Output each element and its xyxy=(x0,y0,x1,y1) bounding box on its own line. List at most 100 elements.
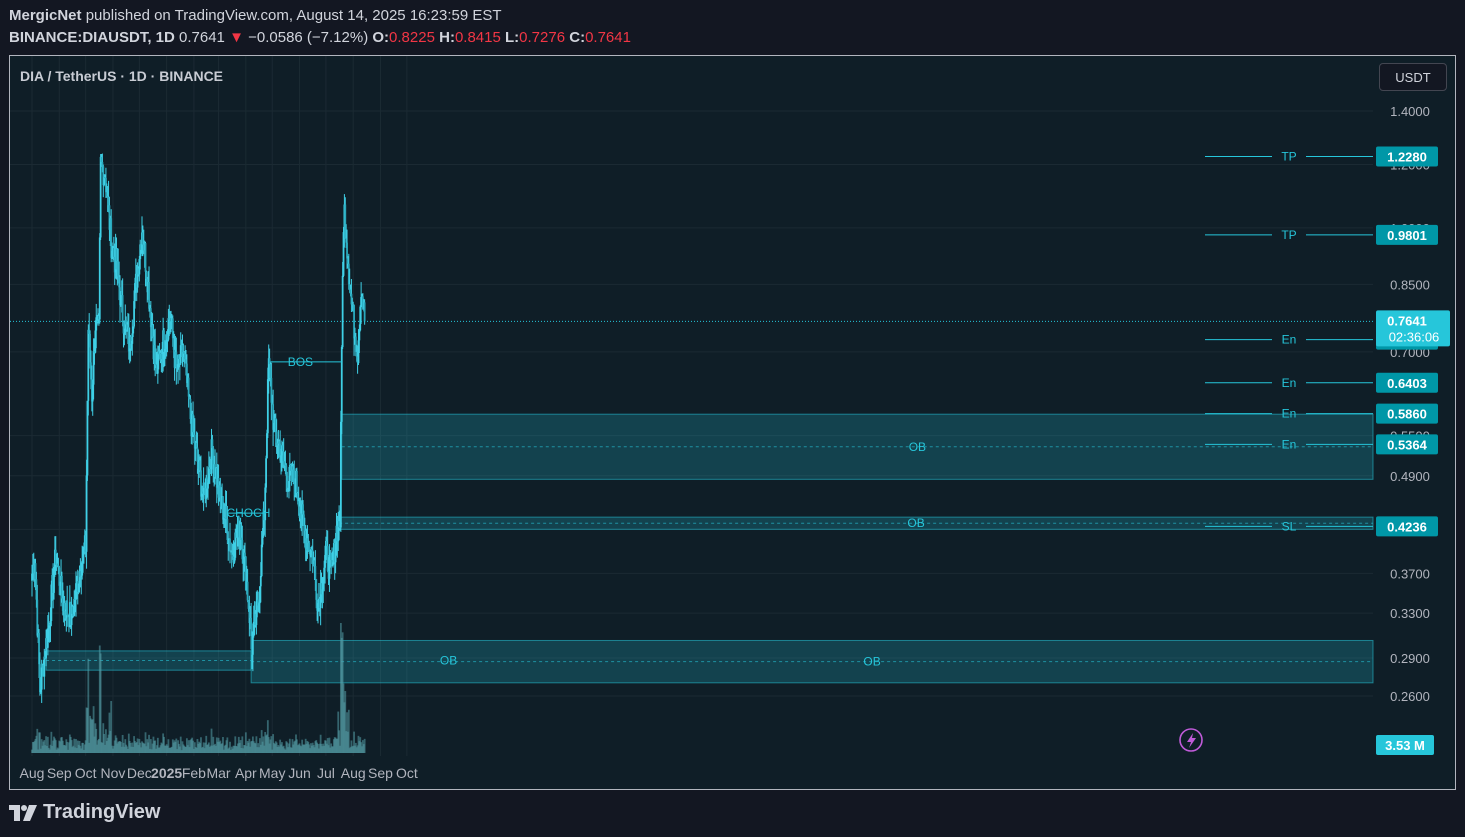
candle-body xyxy=(229,538,231,552)
y-tick-label: 0.4900 xyxy=(1390,469,1430,484)
volume-tag-label: 3.53 M xyxy=(1385,738,1425,753)
price-tag-label: 0.4236 xyxy=(1387,519,1427,534)
ticker-label: BINANCE:DIAUSDT, 1D xyxy=(9,29,175,46)
level-label: TP xyxy=(1281,150,1296,164)
low-value: 0.7276 xyxy=(519,29,566,46)
y-tick-label: 0.2900 xyxy=(1390,651,1430,666)
order-block-label: OB xyxy=(863,655,880,669)
x-tick-label: Feb xyxy=(182,765,206,781)
tradingview-logo-icon xyxy=(9,804,37,821)
candle-body xyxy=(148,282,150,309)
y-tick-label: 0.8500 xyxy=(1390,277,1430,292)
x-tick-label: Oct xyxy=(396,765,418,781)
candle-body xyxy=(286,475,289,489)
candle-body xyxy=(85,475,88,552)
y-tick-label: 0.2600 xyxy=(1390,689,1430,704)
price-tag-label: 0.5860 xyxy=(1387,407,1427,422)
volume-bar xyxy=(110,701,113,753)
close-value: 0.7641 xyxy=(585,29,631,46)
volume-bar xyxy=(347,709,350,753)
level-label: TP xyxy=(1281,228,1296,242)
countdown-label: 02:36:06 xyxy=(1389,329,1440,344)
brand-name: TradingView xyxy=(43,801,161,823)
candle-body xyxy=(308,542,311,551)
y-tick-label: 0.3300 xyxy=(1390,606,1430,621)
candle-body xyxy=(358,330,361,341)
lightning-bolt xyxy=(1187,733,1196,748)
candle-body xyxy=(259,575,262,587)
down-arrow-icon: ▼ xyxy=(229,29,244,46)
x-tick-label: Dec xyxy=(127,765,152,781)
candle-body xyxy=(260,544,263,576)
candle-body xyxy=(144,243,147,272)
volume-bar xyxy=(87,658,90,753)
candles-group xyxy=(31,153,366,703)
level-label: En xyxy=(1282,437,1297,451)
price-tag-label: 1.2280 xyxy=(1387,150,1427,165)
last-price-label: 0.7641 xyxy=(1387,313,1427,328)
high-label: H: xyxy=(439,29,455,46)
published-line: MergicNet published on TradingView.com, … xyxy=(9,7,502,24)
candle-body xyxy=(339,421,342,528)
level-label: En xyxy=(1282,333,1297,347)
close-label: C: xyxy=(569,29,586,46)
choch-label: CHOCH xyxy=(226,506,270,520)
bos-label: BOS xyxy=(288,355,313,369)
x-tick-label: Sep xyxy=(47,765,72,781)
volume-bar xyxy=(99,653,102,753)
volume-bar xyxy=(363,738,366,753)
candle-body xyxy=(251,636,254,655)
candle-body xyxy=(187,377,190,397)
x-tick-label: Apr xyxy=(235,765,257,781)
x-tick-label: Aug xyxy=(20,765,45,781)
volume-bar xyxy=(36,728,39,753)
order-block-label: OB xyxy=(909,440,926,454)
x-tick-label: Oct xyxy=(75,765,97,781)
candle-body xyxy=(295,470,298,493)
currency-button[interactable]: USDT xyxy=(1379,63,1447,91)
x-tick-label: Jul xyxy=(317,765,335,781)
change-value: −0.0586 (−7.12%) xyxy=(248,29,369,46)
x-tick-label: Aug xyxy=(341,765,366,781)
tradingview-logo[interactable]: TradingView xyxy=(9,801,160,824)
open-label: O: xyxy=(372,29,390,46)
x-tick-label: Mar xyxy=(206,765,230,781)
candle-body xyxy=(341,275,344,348)
x-tick-label: May xyxy=(259,765,285,781)
price-tag-label: 0.6403 xyxy=(1387,376,1427,391)
published-text: published on TradingView.com, August 14,… xyxy=(85,7,502,24)
candle-body xyxy=(121,295,124,322)
level-label: En xyxy=(1282,407,1297,421)
high-value: 0.8415 xyxy=(454,29,501,46)
level-label: En xyxy=(1282,376,1297,390)
last-value: 0.7641 xyxy=(179,29,225,46)
candle-body xyxy=(98,237,101,320)
price-tag-label: 0.5364 xyxy=(1387,437,1428,452)
open-value: 0.8225 xyxy=(389,29,435,46)
candle-body xyxy=(244,552,246,557)
candle-body xyxy=(340,347,343,422)
price-tag-label: 0.9801 xyxy=(1387,228,1427,243)
price-chart[interactable]: OBOBOBOBBOSCHOCHTPTPEnEnEnEnSL1.40001.20… xyxy=(10,56,1455,789)
candle-body xyxy=(265,458,267,488)
y-tick-label: 1.4000 xyxy=(1390,104,1430,119)
candle-body xyxy=(346,242,348,259)
candle-body xyxy=(99,156,102,238)
level-label: SL xyxy=(1282,519,1297,533)
x-tick-label: 2025 xyxy=(151,765,182,781)
candle-body xyxy=(314,565,317,580)
candle-body xyxy=(66,600,69,616)
y-tick-label: 0.3700 xyxy=(1390,566,1430,581)
x-tick-label: Nov xyxy=(101,765,126,781)
x-tick-label: Jun xyxy=(288,765,311,781)
lightning-icon xyxy=(1179,728,1203,752)
candle-body xyxy=(43,656,46,677)
order-block-label: OB xyxy=(907,516,924,530)
chart-panel[interactable]: OBOBOBOBBOSCHOCHTPTPEnEnEnEnSL1.40001.20… xyxy=(9,55,1456,790)
x-tick-label: Sep xyxy=(368,765,393,781)
ohlc-line: BINANCE:DIAUSDT, 1D 0.7641 ▼ −0.0586 (−7… xyxy=(9,29,631,46)
candle-body xyxy=(363,302,366,322)
low-label: L: xyxy=(505,29,520,46)
publisher-name[interactable]: MergicNet xyxy=(9,7,82,24)
candle-body xyxy=(246,581,249,601)
